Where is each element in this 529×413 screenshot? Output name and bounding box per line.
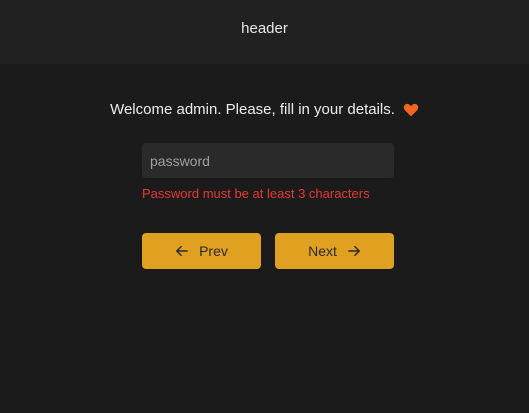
password-input[interactable]: [142, 143, 394, 178]
app-header: header: [0, 0, 529, 64]
next-button[interactable]: Next: [275, 233, 394, 269]
prev-button-label: Prev: [199, 243, 228, 259]
prev-button[interactable]: Prev: [142, 233, 261, 269]
arrow-left-icon: [176, 245, 189, 257]
welcome-message: Welcome admin. Please, fill in your deta…: [0, 101, 529, 118]
welcome-text: Welcome admin. Please, fill in your deta…: [110, 101, 395, 118]
next-button-label: Next: [308, 243, 337, 259]
heart-icon: [403, 103, 419, 116]
password-error-message: Password must be at least 3 characters: [142, 186, 370, 201]
arrow-right-icon: [347, 245, 360, 257]
header-title: header: [241, 19, 288, 37]
